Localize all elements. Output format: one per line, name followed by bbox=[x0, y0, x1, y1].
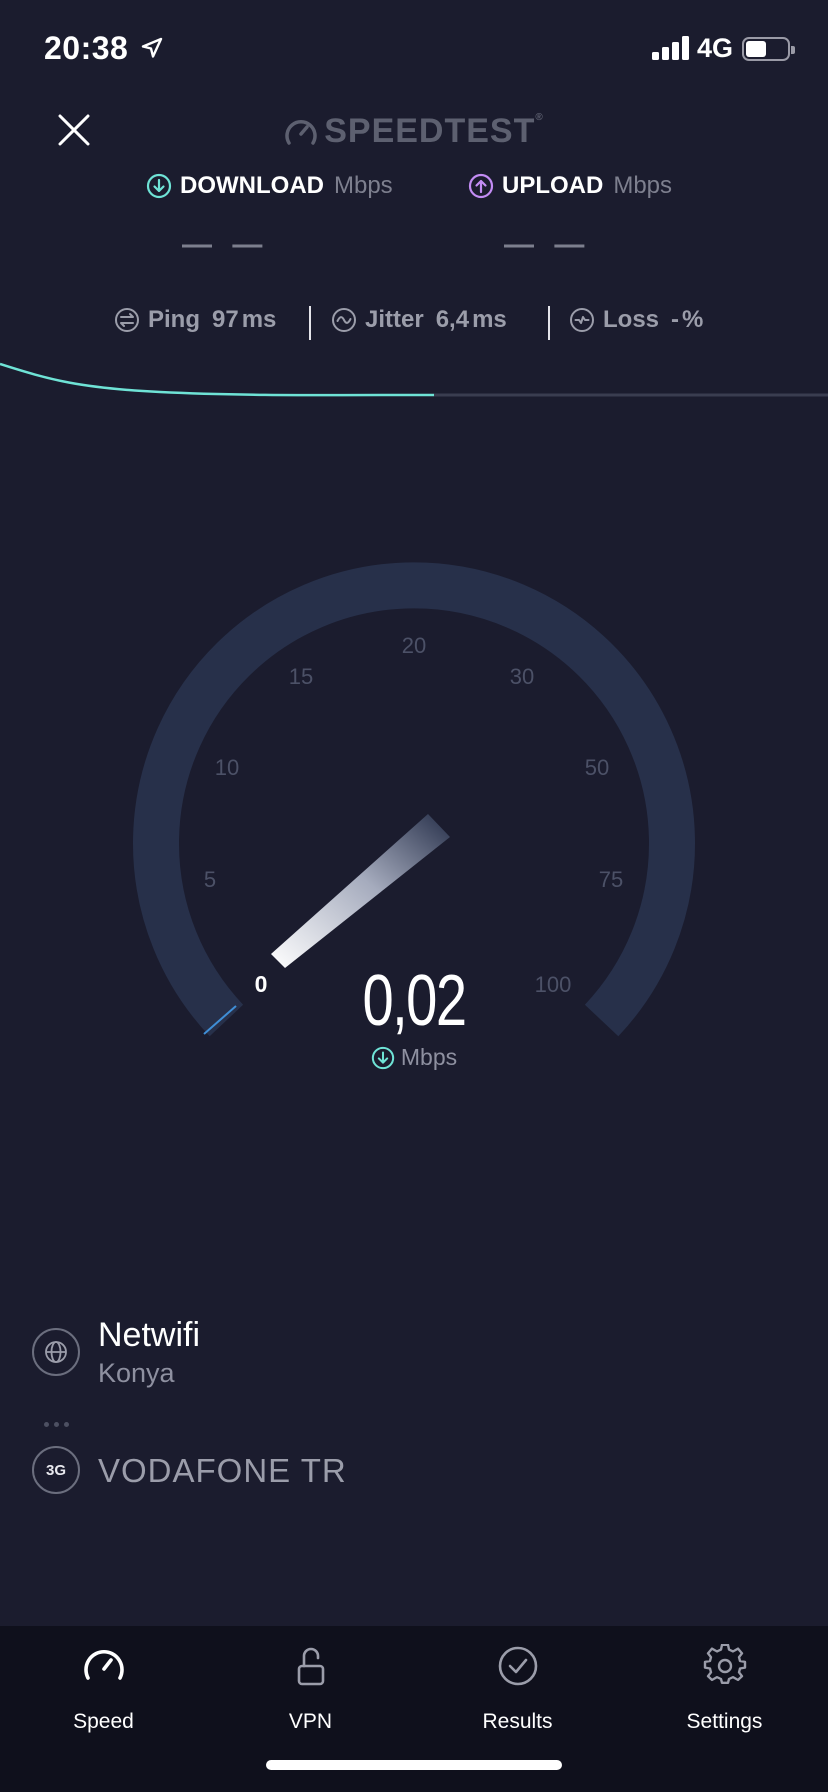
gauge-tick-label: 5 bbox=[204, 867, 216, 892]
download-arrow-icon bbox=[371, 1046, 395, 1069]
tab-label: Settings bbox=[686, 1710, 763, 1733]
battery-icon bbox=[742, 37, 795, 61]
jitter-value: 6,4 bbox=[435, 306, 470, 333]
speed-history-graph bbox=[0, 362, 828, 397]
download-value: — — bbox=[182, 228, 269, 261]
provider-name[interactable]: Netwifi bbox=[98, 1316, 200, 1355]
loss-stat: Loss - % bbox=[569, 306, 703, 334]
ping-icon bbox=[115, 308, 139, 332]
gauge-tick-label: 75 bbox=[599, 867, 623, 892]
carrier-badge: 3G bbox=[32, 1446, 80, 1494]
speedtest-logo: SPEEDTEST® bbox=[0, 112, 828, 151]
ping-stat: Ping 97 ms bbox=[114, 306, 276, 334]
gauge-tick-label: 30 bbox=[510, 664, 534, 689]
tab-speed[interactable]: Speed bbox=[0, 1626, 207, 1746]
gauge-tick-label: 50 bbox=[585, 755, 609, 780]
carrier-badge-label: 3G bbox=[45, 1461, 66, 1479]
jitter-label: Jitter bbox=[365, 306, 424, 333]
tab-label: VPN bbox=[288, 1710, 333, 1733]
network-type: 4G bbox=[697, 33, 734, 63]
gauge-current-value: 0,02 bbox=[362, 961, 467, 1041]
carrier-name: VODAFONE TR bbox=[98, 1452, 347, 1489]
provider-globe-button[interactable] bbox=[32, 1328, 80, 1376]
brand-trademark: ® bbox=[535, 112, 544, 123]
location-arrow-icon bbox=[141, 37, 163, 58]
check-circle-icon bbox=[498, 1646, 537, 1686]
connection-dots bbox=[44, 1422, 69, 1427]
download-label: DOWNLOAD bbox=[180, 172, 324, 199]
upload-arrow-icon bbox=[468, 173, 494, 199]
speedometer-icon bbox=[83, 1650, 124, 1680]
gauge-tick-label: 15 bbox=[289, 664, 313, 689]
tab-results[interactable]: Results bbox=[414, 1626, 621, 1746]
brand-name: SPEEDTEST bbox=[324, 112, 536, 150]
upload-metric: UPLOAD Mbps bbox=[468, 172, 672, 200]
loss-icon bbox=[570, 308, 594, 332]
status-time: 20:38 bbox=[44, 30, 129, 66]
gauge-unit: Mbps bbox=[0, 1044, 828, 1071]
download-arrow-icon bbox=[146, 173, 172, 199]
status-bar: 20:38 4G bbox=[0, 0, 828, 100]
loss-value: - bbox=[671, 306, 680, 333]
download-metric: DOWNLOAD Mbps bbox=[146, 172, 393, 200]
jitter-unit: ms bbox=[472, 306, 507, 333]
tab-label: Speed bbox=[73, 1710, 134, 1733]
speedometer-logo-icon bbox=[285, 120, 317, 145]
gauge-tick-label: 20 bbox=[402, 633, 426, 658]
tab-settings[interactable]: Settings bbox=[621, 1626, 828, 1746]
graph-line bbox=[0, 362, 435, 397]
gauge-needle bbox=[271, 814, 450, 968]
ping-unit: ms bbox=[241, 306, 277, 333]
stats-row: Ping 97 ms Jitter 6,4 ms Loss - % bbox=[0, 306, 828, 342]
stat-divider bbox=[548, 306, 550, 340]
provider-city: Konya bbox=[98, 1358, 175, 1388]
stat-divider bbox=[309, 306, 311, 340]
gauge-tick-label: 10 bbox=[215, 755, 239, 780]
tab-label: Results bbox=[482, 1710, 553, 1733]
jitter-icon bbox=[332, 308, 356, 332]
download-unit: Mbps bbox=[333, 172, 393, 199]
tab-vpn[interactable]: VPN bbox=[207, 1626, 414, 1746]
gauge-unit-label: Mbps bbox=[400, 1044, 458, 1070]
cellular-signal-icon bbox=[652, 36, 690, 60]
jitter-stat: Jitter 6,4 ms bbox=[331, 306, 507, 334]
upload-value: — — bbox=[504, 228, 591, 261]
gear-icon bbox=[703, 1644, 746, 1684]
unlocked-padlock-icon bbox=[297, 1647, 324, 1686]
home-indicator[interactable] bbox=[266, 1760, 562, 1770]
upload-label: UPLOAD bbox=[502, 172, 604, 199]
ping-label: Ping bbox=[148, 306, 200, 333]
upload-unit: Mbps bbox=[613, 172, 673, 199]
speedtest-screen: 20:38 4G SPEEDTEST® DOWNLOAD Mbps — — UP… bbox=[0, 0, 828, 1792]
globe-icon bbox=[45, 1341, 67, 1363]
loss-label: Loss bbox=[603, 306, 660, 333]
loss-unit: % bbox=[682, 306, 704, 333]
ping-value: 97 bbox=[212, 306, 239, 333]
